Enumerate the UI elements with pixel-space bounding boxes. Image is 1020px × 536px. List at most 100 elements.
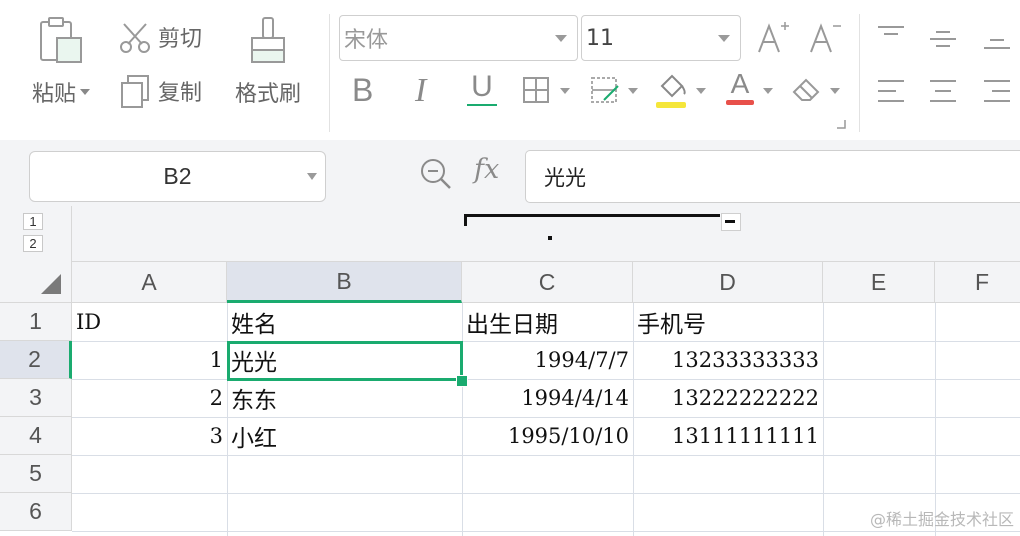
- underline-button[interactable]: U: [467, 70, 497, 106]
- cell-b3[interactable]: 东东: [227, 379, 462, 417]
- ribbon-divider: [859, 14, 860, 132]
- bold-button[interactable]: B: [352, 72, 373, 109]
- outline-level-1-button[interactable]: 1: [23, 213, 43, 230]
- formula-input[interactable]: 光光: [525, 150, 1020, 203]
- select-all-button[interactable]: [0, 262, 72, 303]
- chevron-down-icon: [555, 35, 567, 42]
- increase-font-icon[interactable]: [756, 20, 790, 54]
- cell-a1[interactable]: ID: [72, 303, 227, 341]
- chevron-down-icon: [718, 35, 730, 42]
- outline-level-2-button[interactable]: 2: [23, 235, 43, 252]
- font-size-select[interactable]: 11: [581, 15, 741, 61]
- copy-button[interactable]: 复制: [118, 74, 202, 108]
- group-bracket: [464, 214, 720, 217]
- align-right-icon[interactable]: [982, 78, 1012, 104]
- chevron-down-icon[interactable]: [628, 88, 638, 94]
- decrease-font-icon[interactable]: [808, 20, 842, 54]
- cell-d3[interactable]: 13222222222: [633, 379, 823, 417]
- cell-a3[interactable]: 2: [72, 379, 227, 417]
- row-header-6[interactable]: 6: [0, 493, 72, 531]
- row-header-4[interactable]: 4: [0, 417, 72, 455]
- minus-icon: [725, 220, 735, 223]
- fill-handle[interactable]: [456, 375, 468, 387]
- align-left-icon[interactable]: [876, 78, 906, 104]
- grid-line: [823, 303, 824, 536]
- column-header-c[interactable]: C: [462, 262, 633, 303]
- cell-a4[interactable]: 3: [72, 417, 227, 455]
- row-header-2[interactable]: 2: [0, 341, 72, 379]
- format-painter-label: 格式刷: [234, 82, 301, 107]
- font-size-value: 11: [586, 25, 614, 51]
- paste-label: 粘贴: [31, 82, 76, 107]
- group-dot: [548, 236, 552, 240]
- align-center-icon[interactable]: [928, 78, 958, 104]
- chevron-down-icon[interactable]: [830, 88, 840, 94]
- column-header-a[interactable]: A: [72, 262, 227, 303]
- grid-line: [935, 303, 936, 536]
- eraser-icon[interactable]: [790, 74, 822, 104]
- watermark: @稀土掘金技术社区: [869, 510, 1014, 529]
- formula-bar: B2 fx 光光: [0, 140, 1020, 206]
- cell-a2[interactable]: 1: [72, 341, 227, 379]
- cut-label: 剪切: [158, 27, 203, 52]
- row-header-5[interactable]: 5: [0, 455, 72, 493]
- grid-line: [72, 531, 1020, 532]
- align-bottom-icon[interactable]: [982, 32, 1012, 52]
- fx-icon[interactable]: fx: [474, 154, 499, 185]
- borders-icon[interactable]: [522, 76, 550, 104]
- outline-level-panel: 1 2: [0, 206, 72, 262]
- underline-bar: [467, 104, 497, 106]
- clipboard-icon: [40, 17, 82, 63]
- outline-group-bar: 1 2: [0, 206, 1020, 262]
- group-bracket-start: [464, 214, 467, 226]
- name-box[interactable]: B2: [29, 151, 326, 202]
- font-name-select[interactable]: 宋体: [339, 15, 578, 61]
- paste-button[interactable]: 粘贴: [26, 16, 96, 108]
- copy-label: 复制: [158, 81, 203, 106]
- chevron-down-icon[interactable]: [560, 88, 570, 94]
- cell-d1[interactable]: 手机号: [633, 303, 823, 341]
- font-dialog-launcher-icon[interactable]: [835, 118, 847, 130]
- paint-bucket-icon: [660, 74, 686, 98]
- cell-d4[interactable]: 13111111111: [633, 417, 823, 455]
- row-header-1[interactable]: 1: [0, 303, 72, 341]
- name-box-value: B2: [163, 163, 192, 189]
- italic-button[interactable]: I: [415, 72, 426, 110]
- column-header-e[interactable]: E: [823, 262, 935, 303]
- chevron-down-icon[interactable]: [763, 88, 773, 94]
- grid-line: [72, 493, 1020, 494]
- underline-glyph: U: [471, 70, 493, 103]
- column-header-f[interactable]: F: [935, 262, 1020, 303]
- row-header-3[interactable]: 3: [0, 379, 72, 417]
- cell-d2[interactable]: 13233333333: [633, 341, 823, 379]
- fill-color-button[interactable]: [656, 72, 688, 108]
- zoom-search-icon[interactable]: [418, 156, 454, 192]
- cell-c4[interactable]: 1995/10/10: [462, 417, 633, 455]
- cell-style-icon[interactable]: [590, 74, 622, 106]
- scissors-icon: [120, 23, 150, 53]
- cell-b1[interactable]: 姓名: [227, 303, 462, 341]
- cell-c3[interactable]: 1994/4/14: [462, 379, 633, 417]
- font-color-button[interactable]: A: [726, 68, 754, 105]
- format-painter-button[interactable]: 格式刷: [230, 16, 306, 108]
- chevron-down-icon[interactable]: [80, 89, 90, 95]
- group-collapse-button[interactable]: [721, 213, 741, 231]
- cell-c1[interactable]: 出生日期: [462, 303, 633, 341]
- cell-b4[interactable]: 小红: [227, 417, 462, 455]
- align-middle-icon[interactable]: [928, 28, 958, 48]
- chevron-down-icon[interactable]: [696, 88, 706, 94]
- copy-icon: [121, 75, 149, 108]
- ribbon-divider: [329, 14, 330, 132]
- font-color-glyph: A: [730, 68, 750, 99]
- cut-button[interactable]: 剪切: [118, 20, 202, 54]
- cell-c2[interactable]: 1994/7/7: [462, 341, 633, 379]
- font-color-swatch: [726, 100, 754, 105]
- paintbrush-icon: [251, 17, 285, 63]
- chevron-down-icon[interactable]: [307, 173, 317, 180]
- column-header-b[interactable]: B: [227, 262, 462, 303]
- column-header-d[interactable]: D: [633, 262, 823, 303]
- align-top-icon[interactable]: [876, 24, 906, 44]
- font-name-value: 宋体: [344, 28, 389, 53]
- select-all-triangle-icon: [41, 274, 61, 294]
- active-cell-border: [227, 341, 463, 381]
